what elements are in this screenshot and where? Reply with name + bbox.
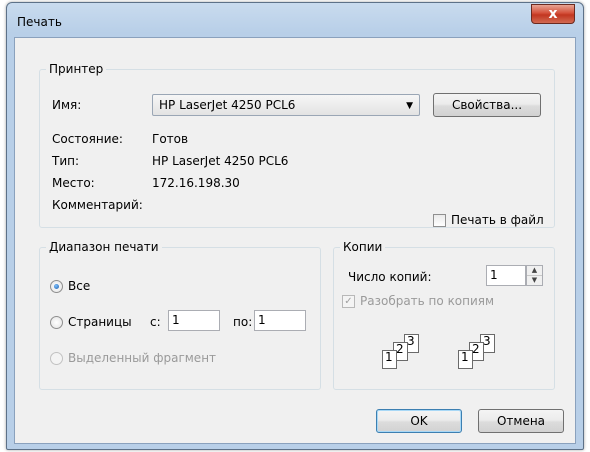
- collate-illustration-2: 3 2 1: [458, 334, 518, 374]
- copies-group: Копии Число копий: 1 ▲ ▼ ✓ Разобрать по …: [333, 240, 555, 390]
- ok-button[interactable]: OK: [376, 409, 462, 433]
- spin-down-icon[interactable]: ▼: [527, 275, 542, 284]
- cancel-button[interactable]: Отмена: [478, 409, 564, 433]
- sheet-icon: 1: [458, 350, 473, 369]
- printer-name-value: HP LaserJet 4250 PCL6: [159, 98, 296, 112]
- close-icon: x: [548, 6, 558, 22]
- title-bar[interactable]: Печать x: [7, 3, 583, 37]
- print-to-file-checkbox[interactable]: [433, 214, 446, 227]
- range-selection-label[interactable]: Выделенный фрагмент: [68, 351, 216, 365]
- collate-illustration-1: 3 2 1: [382, 334, 442, 374]
- to-label: по:: [233, 315, 253, 329]
- status-value: Готов: [152, 132, 189, 146]
- printer-group: Принтер Имя: HP LaserJet 4250 PCL6 ▼ Сво…: [39, 62, 555, 228]
- printer-name-label: Имя:: [52, 98, 82, 112]
- print-range-legend: Диапазон печати: [49, 240, 159, 254]
- status-label: Состояние:: [52, 132, 123, 146]
- location-value: 172.16.198.30: [152, 176, 240, 190]
- collate-label[interactable]: Разобрать по копиям: [360, 294, 494, 308]
- type-value: HP LaserJet 4250 PCL6: [152, 154, 289, 168]
- from-label: с:: [150, 315, 161, 329]
- range-all-radio[interactable]: [50, 280, 63, 293]
- dialog-body: Принтер Имя: HP LaserJet 4250 PCL6 ▼ Сво…: [14, 37, 576, 444]
- to-input[interactable]: 1: [254, 310, 306, 331]
- chevron-down-icon: ▼: [406, 101, 413, 111]
- from-input[interactable]: 1: [168, 310, 220, 331]
- collate-checkbox[interactable]: ✓: [342, 295, 355, 308]
- sheet-icon: 1: [382, 350, 397, 369]
- copies-legend: Копии: [343, 240, 383, 254]
- printer-name-select[interactable]: HP LaserJet 4250 PCL6 ▼: [152, 94, 420, 116]
- comment-label: Комментарий:: [52, 198, 143, 212]
- copies-count-label: Число копий:: [348, 270, 432, 284]
- close-button[interactable]: x: [531, 4, 575, 24]
- copies-count-input[interactable]: 1: [486, 265, 526, 286]
- range-all-label[interactable]: Все: [68, 279, 90, 293]
- printer-group-legend: Принтер: [49, 62, 104, 76]
- print-to-file-label[interactable]: Печать в файл: [451, 213, 544, 227]
- copies-spinner[interactable]: ▲ ▼: [526, 265, 543, 286]
- properties-button[interactable]: Свойства...: [433, 93, 541, 117]
- range-pages-radio[interactable]: [50, 316, 63, 329]
- spin-up-icon[interactable]: ▲: [527, 266, 542, 275]
- location-label: Место:: [52, 176, 95, 190]
- print-dialog-window: Печать x Принтер Имя: HP LaserJet 4250 P…: [6, 2, 584, 450]
- type-label: Тип:: [52, 154, 80, 168]
- range-pages-label[interactable]: Страницы: [68, 315, 132, 329]
- range-selection-radio[interactable]: [50, 352, 63, 365]
- print-range-group: Диапазон печати Все Страницы с: 1 по: 1 …: [39, 240, 321, 390]
- window-title: Печать: [17, 15, 62, 29]
